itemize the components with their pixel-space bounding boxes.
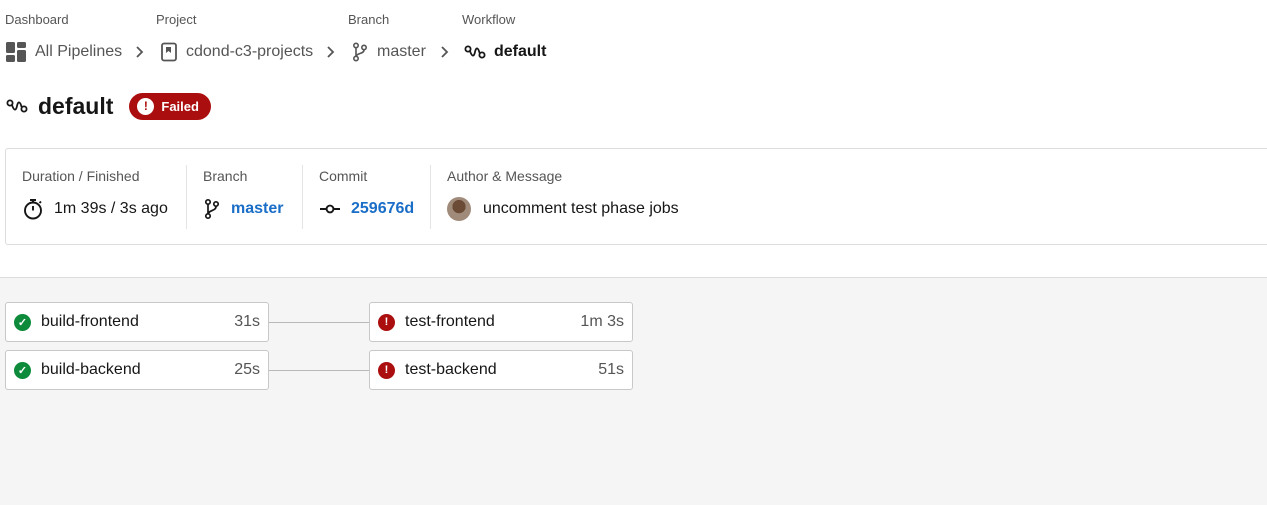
job-name: build-frontend	[41, 313, 139, 330]
author-value: uncomment test phase jobs	[447, 197, 679, 221]
check-circle-icon: ✓	[14, 313, 31, 331]
page-header: default ! Failed	[6, 91, 211, 121]
job-name: test-backend	[405, 361, 497, 378]
pipeline-graph: ✓ build-frontend 31s ✓ build-backend 25s…	[0, 277, 1267, 505]
job-card-build-frontend[interactable]: ✓ build-frontend 31s	[5, 302, 269, 342]
commit-message: uncomment test phase jobs	[483, 200, 679, 217]
breadcrumb-item-branch[interactable]: master	[351, 40, 426, 64]
branch-icon	[352, 42, 368, 62]
divider	[302, 165, 303, 229]
breadcrumb-item-dashboard[interactable]: All Pipelines	[5, 40, 122, 64]
commit-label: Commit	[319, 168, 368, 184]
job-name: test-frontend	[405, 313, 495, 330]
branch-label: Branch	[203, 168, 248, 184]
author-label: Author & Message	[447, 168, 563, 184]
duration-label: Duration / Finished	[22, 168, 140, 184]
breadcrumb-label-branch: Branch	[348, 12, 390, 27]
divider	[186, 165, 187, 229]
chevron-right-icon	[134, 40, 146, 64]
breadcrumb-project-text: cdond-c3-projects	[186, 43, 314, 60]
breadcrumb-item-workflow: default	[464, 40, 546, 64]
avatar	[447, 197, 471, 221]
job-connector	[269, 322, 369, 323]
page-title: default	[38, 92, 114, 119]
job-card-build-backend[interactable]: ✓ build-backend 25s	[5, 350, 269, 390]
alert-circle-icon: !	[378, 313, 395, 331]
job-connector	[269, 370, 369, 371]
job-duration: 51s	[598, 361, 624, 378]
breadcrumb-dashboard-text: All Pipelines	[35, 43, 123, 60]
alert-circle-icon: !	[137, 97, 155, 115]
workflow-icon	[6, 99, 28, 113]
alert-circle-icon: !	[378, 361, 395, 379]
check-circle-icon: ✓	[14, 361, 31, 379]
job-name: build-backend	[41, 361, 141, 378]
commit-value: 259676d	[319, 197, 414, 221]
duration-value: 1m 39s / 3s ago	[22, 197, 168, 221]
dashboard-icon	[6, 42, 26, 62]
branch-icon	[204, 198, 220, 220]
divider	[430, 165, 431, 229]
job-duration: 31s	[234, 313, 260, 330]
project-icon	[161, 42, 177, 62]
job-duration: 1m 3s	[580, 313, 624, 330]
breadcrumb-label-dashboard: Dashboard	[5, 12, 69, 27]
commit-link[interactable]: 259676d	[351, 200, 414, 218]
workflow-icon	[464, 45, 486, 59]
chevron-right-icon	[439, 40, 451, 64]
breadcrumb: All Pipelines cdond-c3-projects master d…	[5, 40, 705, 64]
breadcrumb-branch-text: master	[377, 43, 426, 60]
status-badge-text: Failed	[161, 98, 199, 114]
breadcrumb-label-project: Project	[156, 12, 197, 27]
duration-text: 1m 39s / 3s ago	[54, 200, 168, 217]
breadcrumb-labels: Dashboard Project Branch Workflow	[5, 12, 705, 28]
commit-icon	[320, 204, 340, 214]
breadcrumb-label-workflow: Workflow	[462, 12, 516, 27]
workflow-info-card: Duration / Finished 1m 39s / 3s ago Bran…	[5, 148, 1267, 245]
breadcrumb-workflow-text: default	[494, 43, 547, 60]
branch-value: master	[203, 197, 283, 221]
job-card-test-frontend[interactable]: ! test-frontend 1m 3s	[369, 302, 633, 342]
timer-icon	[24, 199, 42, 220]
job-duration: 25s	[234, 361, 260, 378]
breadcrumb-item-project[interactable]: cdond-c3-projects	[160, 40, 313, 64]
status-badge: ! Failed	[129, 92, 211, 120]
job-card-test-backend[interactable]: ! test-backend 51s	[369, 350, 633, 390]
branch-link[interactable]: master	[231, 200, 283, 218]
chevron-right-icon	[325, 40, 337, 64]
